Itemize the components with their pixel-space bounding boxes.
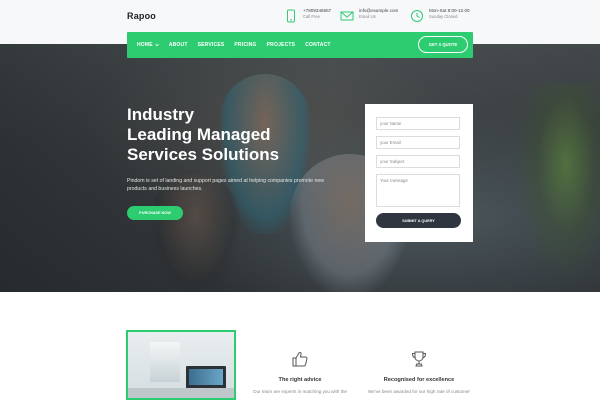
hero-title-line: Services Solutions: [127, 145, 280, 164]
hero-background-plant: [515, 84, 600, 284]
hero-section: [0, 44, 600, 292]
hero-title: Industry Leading Managed Services Soluti…: [127, 105, 327, 165]
submit-query-button[interactable]: SUBMIT A QUERY: [376, 213, 461, 228]
hero-title-line: Industry: [127, 105, 195, 124]
hours-caption: Sunday Closed: [429, 14, 458, 19]
feature-right-advice: The right advice Our team are experts in…: [245, 350, 355, 394]
logo[interactable]: Rapoo: [127, 11, 156, 21]
nav-item-contact[interactable]: CONTACT: [305, 42, 330, 48]
clock-icon: [411, 10, 423, 22]
nav-item-about[interactable]: ABOUT: [169, 42, 188, 48]
hero-description: Pindom is set of landing and support pag…: [127, 178, 324, 192]
contact-hours: Mon-Sat 8:00-12.00 Sunday Closed: [410, 8, 470, 23]
mail-icon: [340, 11, 354, 21]
feature-title: Recognised for excellence: [383, 377, 455, 383]
feature-text: We've been awarded for our high rate of …: [368, 389, 470, 394]
contact-email[interactable]: info@example.com Email Us: [340, 8, 398, 23]
phone-caption: Call Free: [303, 14, 320, 19]
nav-item-pricing[interactable]: PRICING: [234, 42, 256, 48]
purchase-now-button[interactable]: PURCHASE NOW: [127, 206, 183, 220]
nav-item-services[interactable]: SERVICES: [198, 42, 225, 48]
subject-field[interactable]: your Subject: [376, 155, 460, 168]
feature-recognised: Recognised for excellence We've been awa…: [364, 350, 474, 394]
office-monitor: [186, 366, 226, 390]
feature-text: Our team are experts in matching you wit…: [253, 389, 347, 394]
trophy-icon: [411, 351, 427, 367]
nav-item-home[interactable]: HOME: [137, 42, 159, 48]
email-caption: Email Us: [359, 14, 376, 19]
quote-form: your Name your Email your Subject Your m…: [365, 104, 473, 242]
hero-title-line: Leading Managed: [127, 125, 271, 144]
thumbs-up-icon: [292, 352, 308, 367]
chevron-down-icon: [155, 43, 159, 47]
nav-item-home-label: HOME: [137, 42, 153, 48]
message-field[interactable]: Your message: [376, 174, 460, 207]
get-quote-button[interactable]: GET A QUOTE: [418, 36, 468, 53]
phone-icon: [287, 9, 295, 23]
name-field[interactable]: your Name: [376, 117, 460, 130]
main-nav: HOME ABOUT SERVICES PRICING PROJECTS CON…: [127, 32, 473, 58]
office-desk: [128, 388, 234, 398]
email-field[interactable]: your Email: [376, 136, 460, 149]
office-image: [126, 330, 236, 400]
office-window: [150, 342, 180, 382]
nav-item-projects[interactable]: PROJECTS: [267, 42, 296, 48]
contact-phone[interactable]: +7809346657 Call Free: [284, 8, 331, 23]
feature-title: The right advice: [278, 377, 322, 383]
